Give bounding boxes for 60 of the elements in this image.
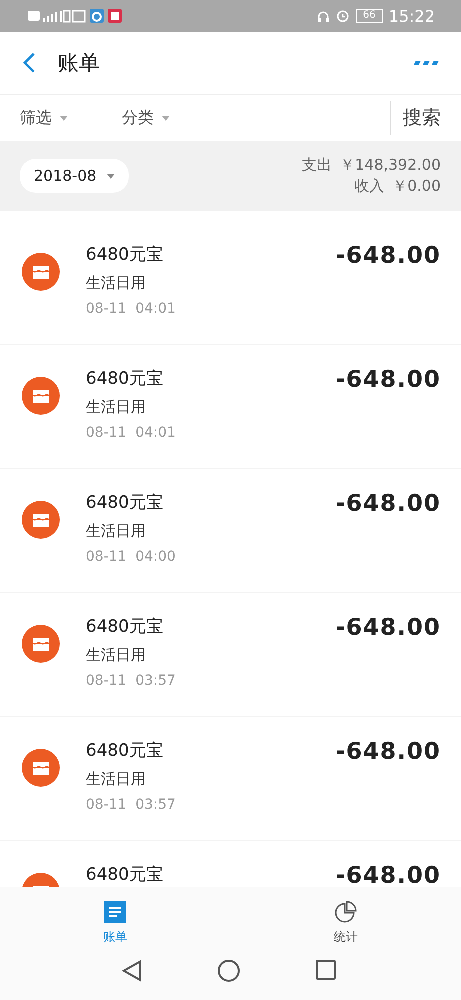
headphones-icon: [317, 10, 330, 22]
transaction-time: 08-11 03:57: [86, 673, 176, 689]
expense-total: ￥148,392.00: [340, 156, 441, 175]
transaction-time: 08-11 03:57: [86, 797, 176, 813]
tab[interactable]: 账单: [0, 887, 230, 960]
clock-time: 15:22: [388, 6, 435, 26]
transaction-time: 08-11 04:01: [86, 425, 176, 441]
list-icon: [104, 901, 126, 923]
transaction-title: 6480元宝: [86, 244, 164, 266]
search-button[interactable]: 搜索: [390, 101, 461, 135]
recents-nav-icon[interactable]: [316, 960, 336, 980]
page-title: 账单: [58, 50, 100, 77]
tab[interactable]: 统计: [230, 887, 461, 960]
transaction-title: 6480元宝: [86, 616, 164, 638]
shop-icon: [22, 377, 60, 415]
transaction-row[interactable]: 6480元宝 生活日用 08-11 04:01 -648.00: [0, 345, 461, 469]
transaction-category: 生活日用: [86, 770, 147, 789]
transaction-row[interactable]: 6480元宝 生活日用 08-11 04:01 -648.00: [0, 221, 461, 345]
caret-icon: [162, 116, 170, 120]
income-total: ￥0.00: [392, 177, 441, 196]
back-icon[interactable]: [22, 52, 36, 74]
transaction-category: 生活日用: [86, 274, 147, 293]
transaction-row[interactable]: 6480元宝 生活日用 08-11 04:00 -648.00: [0, 469, 461, 593]
transaction-category: 生活日用: [86, 646, 147, 665]
transaction-title: 6480元宝: [86, 864, 164, 886]
transaction-time: 08-11 04:01: [86, 301, 176, 317]
filter-dropdown[interactable]: 筛选: [20, 108, 122, 128]
shop-icon: [22, 625, 60, 663]
transaction-row[interactable]: 6480元宝 生活日用 08-11 03:57 -648.00: [0, 717, 461, 841]
transaction-category: 生活日用: [86, 398, 147, 417]
app-icon: [90, 9, 104, 23]
shop-icon: [22, 749, 60, 787]
transaction-title: 6480元宝: [86, 368, 164, 390]
transaction-amount: -648.00: [336, 491, 441, 517]
app-icon: [108, 9, 122, 23]
expense-label: 支出: [302, 156, 332, 175]
filter-dropdown[interactable]: 分类: [122, 108, 224, 128]
transaction-amount: -648.00: [336, 863, 441, 887]
battery-level: 66: [356, 9, 383, 23]
signal-icon: [28, 9, 86, 23]
home-nav-icon[interactable]: [218, 960, 240, 982]
transaction-amount: -648.00: [336, 615, 441, 641]
back-nav-icon[interactable]: [122, 960, 142, 982]
shop-icon: [22, 253, 60, 291]
transaction-amount: -648.00: [336, 367, 441, 393]
transaction-amount: -648.00: [336, 243, 441, 269]
alarm-icon: [336, 9, 350, 23]
transaction-title: 6480元宝: [86, 492, 164, 514]
caret-icon: [60, 116, 68, 120]
transaction-title: 6480元宝: [86, 740, 164, 762]
transaction-time: 08-11 04:00: [86, 549, 176, 565]
month-picker[interactable]: 2018-08: [20, 159, 129, 193]
income-label: 收入: [354, 177, 385, 196]
shop-icon: [22, 501, 60, 539]
more-icon[interactable]: [413, 60, 439, 66]
transaction-row[interactable]: 6480元宝 生活日用 08-11 03:57 -648.00: [0, 593, 461, 717]
caret-icon: [106, 174, 115, 178]
transaction-category: 生活日用: [86, 522, 147, 541]
pie-chart-icon: [334, 901, 357, 923]
transaction-amount: -648.00: [336, 739, 441, 765]
